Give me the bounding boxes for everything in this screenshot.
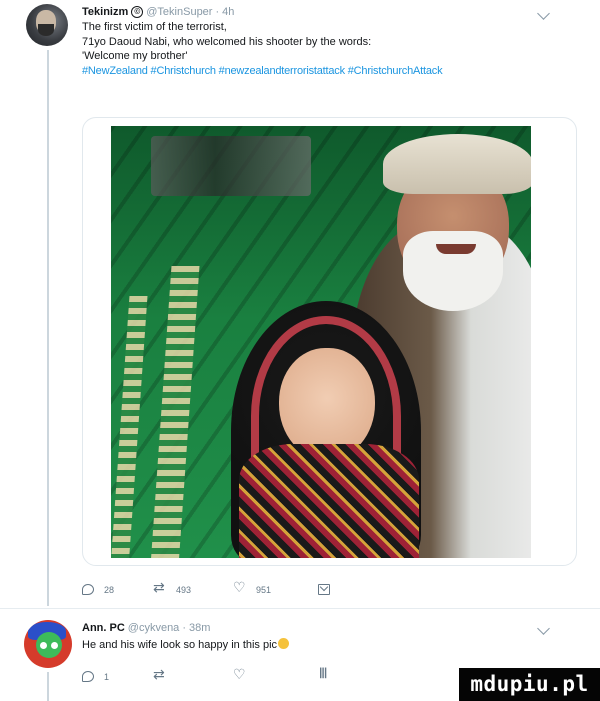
tweet-text-line: 71yo Daoud Nabi, who welcomed his shoote… <box>82 35 372 48</box>
like-count: 951 <box>256 584 272 595</box>
reply-reply-action[interactable]: 1 <box>82 671 154 682</box>
site-watermark: mdupiu.pl <box>459 668 600 701</box>
reply-actions: 1 <box>82 667 330 683</box>
avatar-beard <box>38 24 54 36</box>
thread-line-bottom <box>47 672 49 701</box>
chevron-down-icon[interactable] <box>537 622 550 635</box>
photo-girl-dress <box>239 444 419 558</box>
tweet-photo[interactable] <box>111 126 531 558</box>
hashtag-links[interactable]: #NewZealand #Christchurch #newzealandter… <box>82 64 562 79</box>
photo-shoe-rack <box>151 136 311 196</box>
tweet-text-line: The first victim of the terrorist, <box>82 21 227 33</box>
chevron-down-icon[interactable] <box>537 7 550 20</box>
reply-text: He and his wife look so happy in this pi… <box>82 638 562 653</box>
thread-line-top <box>47 50 49 606</box>
tweet-time[interactable]: 4h <box>222 6 234 18</box>
reply-icon[interactable] <box>82 671 94 682</box>
author-name[interactable]: Tekinizm <box>82 6 128 18</box>
header-separator: · <box>215 6 220 18</box>
reply-action[interactable]: 28 <box>82 584 154 595</box>
reply-author-name[interactable]: Ann. PC <box>82 622 125 634</box>
reply-like-action[interactable] <box>233 667 318 683</box>
verified-icon: © <box>131 6 144 18</box>
analytics-icon[interactable] <box>318 669 330 682</box>
photo-man-cap <box>383 134 531 194</box>
retweet-icon[interactable] <box>153 667 166 683</box>
tweet-media[interactable] <box>82 117 577 566</box>
author-handle[interactable]: @TekinSuper <box>146 6 212 18</box>
retweet-icon[interactable] <box>153 580 166 596</box>
reply-retweet-action[interactable] <box>153 667 234 683</box>
like-icon[interactable] <box>233 580 246 596</box>
reply-count: 28 <box>104 584 115 595</box>
photo-man-beard <box>403 231 503 311</box>
avatar-eye <box>40 642 47 649</box>
reply-header: Ann. PC @cykvena · 38m <box>82 622 210 634</box>
tweet-header: Tekinizm © @TekinSuper · 4h <box>82 6 234 18</box>
reply-reply-count: 1 <box>104 671 110 682</box>
tweet-actions: 28 493 951 <box>82 580 330 596</box>
retweet-action[interactable]: 493 <box>153 580 234 596</box>
direct-message-icon[interactable] <box>318 584 330 595</box>
reply-text-body: He and his wife look so happy in this pi… <box>82 639 278 651</box>
retweet-count: 493 <box>176 584 192 595</box>
like-action[interactable]: 951 <box>233 580 318 596</box>
avatar-eye <box>51 642 58 649</box>
reply-avatar[interactable] <box>24 620 72 668</box>
dm-action[interactable] <box>318 584 330 595</box>
reply-author-handle[interactable]: @cykvena <box>128 622 180 634</box>
reply-header-separator: · <box>182 622 186 634</box>
photo-man-smile <box>436 244 476 254</box>
reply-time[interactable]: 38m <box>189 622 210 634</box>
sweat-smile-emoji-icon <box>278 638 290 649</box>
tweet-text: The first victim of the terrorist, 71yo … <box>82 20 562 78</box>
reply-icon[interactable] <box>82 584 94 595</box>
tweet-text-line: 'Welcome my brother' <box>82 50 188 62</box>
author-avatar[interactable] <box>26 4 68 46</box>
like-icon[interactable] <box>233 667 246 683</box>
reply-analytics-action[interactable] <box>318 669 330 682</box>
tweet-separator <box>0 608 600 609</box>
